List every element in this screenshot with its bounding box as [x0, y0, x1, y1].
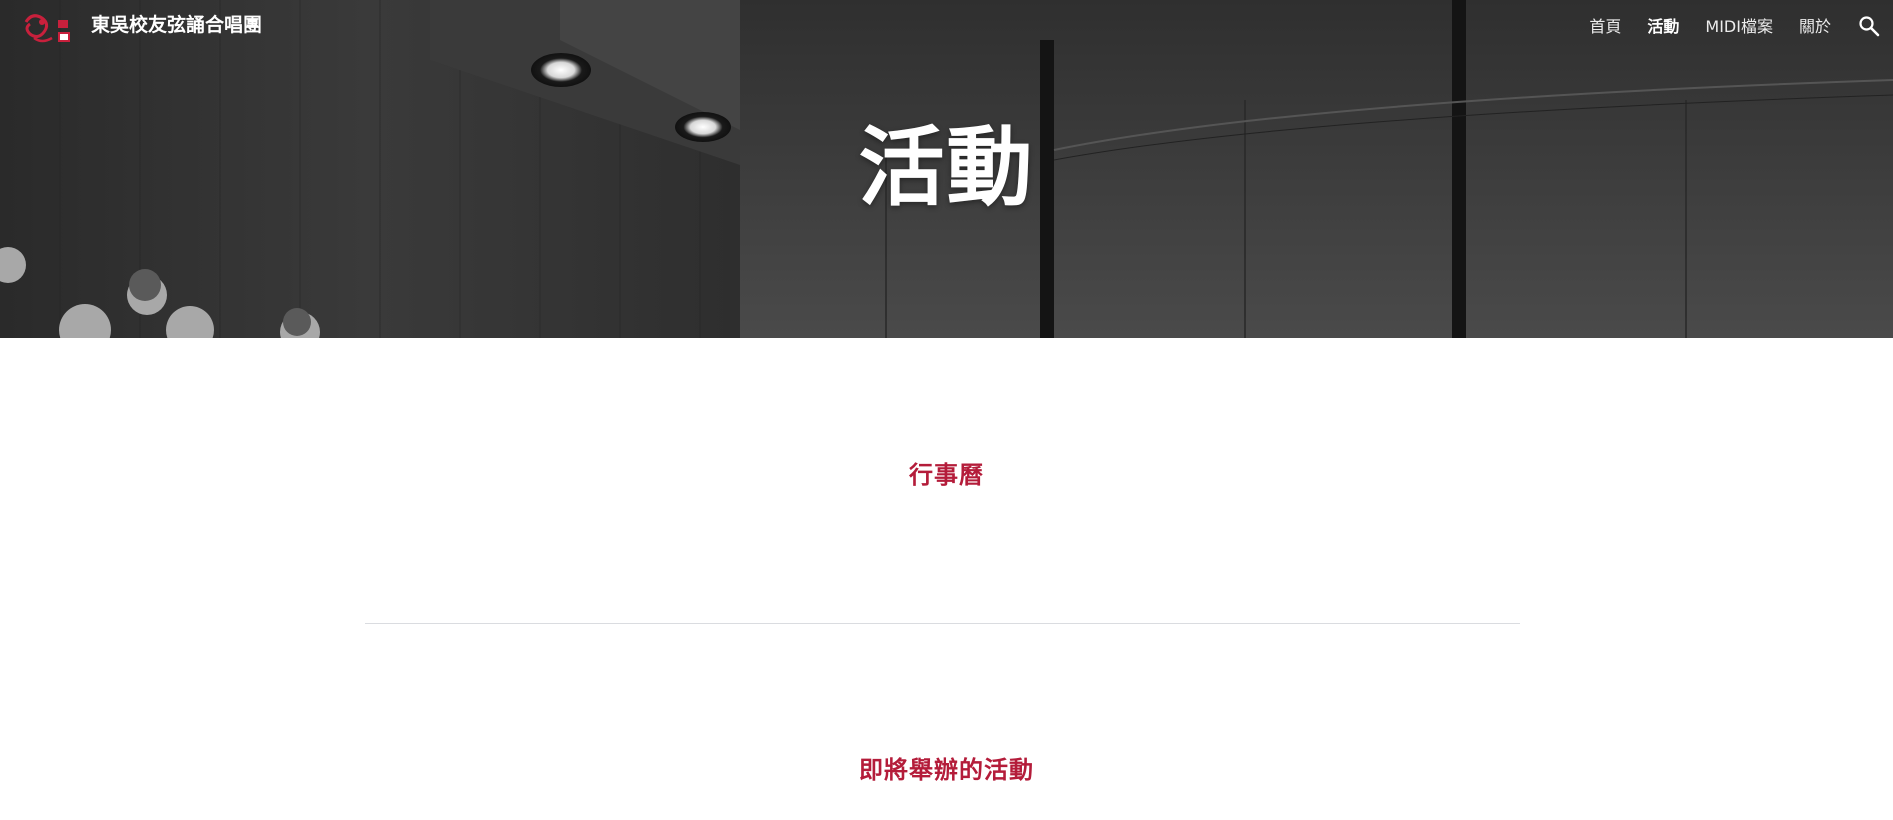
nav-item-events[interactable]: 活動 [1647, 14, 1679, 40]
nav-item-home[interactable]: 首頁 [1589, 14, 1621, 40]
site-header: 東吳校友弦誦合唱團 首頁 活動 MIDI檔案 關於 [0, 0, 1893, 54]
upcoming-events-heading: 即將舉辦的活動 [859, 756, 1034, 784]
main-nav: 首頁 活動 MIDI檔案 關於 [1589, 0, 1893, 54]
page-title: 活動 [858, 118, 1035, 218]
search-icon[interactable] [1857, 14, 1881, 38]
calendar-heading: 行事曆 [909, 461, 984, 489]
site-name[interactable]: 東吳校友弦誦合唱團 [91, 12, 262, 38]
section-divider [365, 623, 1520, 624]
nav-item-about[interactable]: 關於 [1799, 14, 1831, 40]
choir-logo-icon[interactable] [20, 8, 74, 48]
nav-item-midi-files[interactable]: MIDI檔案 [1705, 14, 1773, 40]
